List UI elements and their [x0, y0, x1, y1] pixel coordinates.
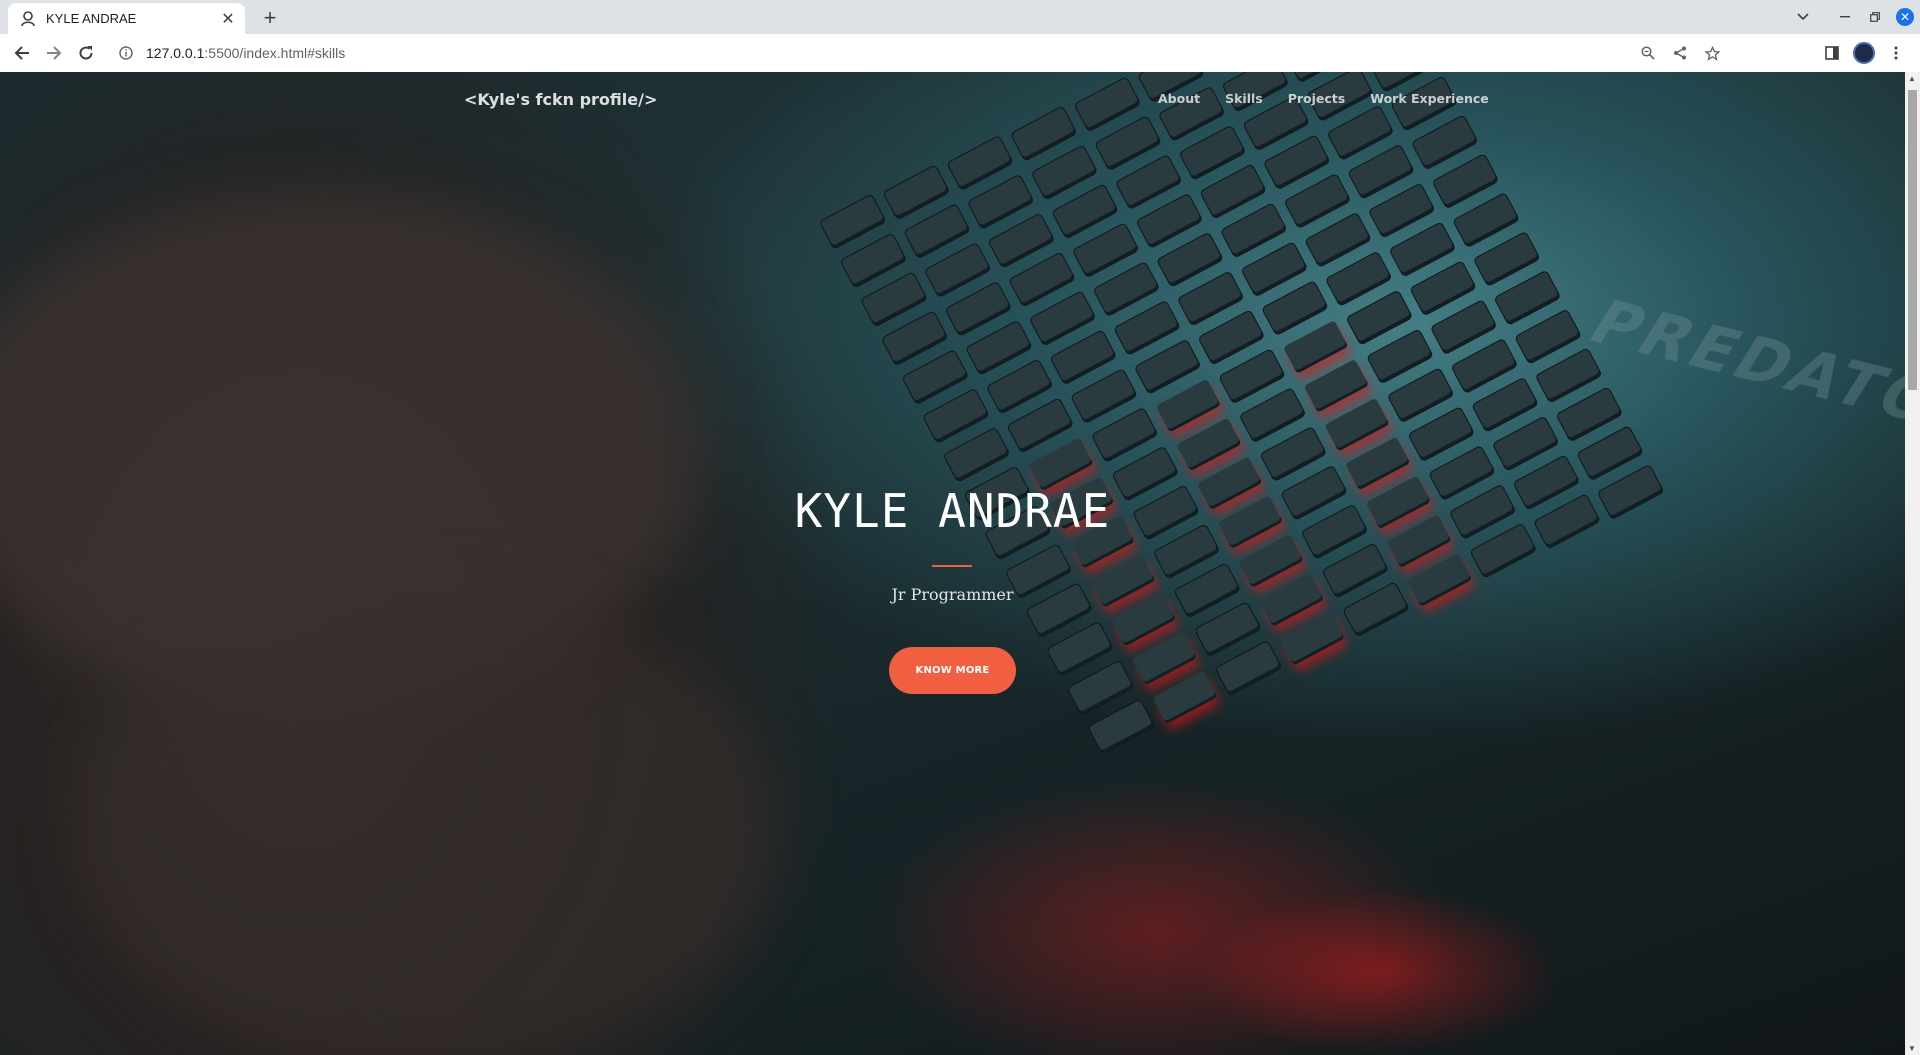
nav-link-about[interactable]: About [1158, 91, 1200, 106]
browser-tab-bar: KYLE ANDRAE ✕ + ✕ [0, 0, 1920, 34]
minimize-icon[interactable] [1830, 2, 1860, 32]
nav-link-work-experience[interactable]: Work Experience [1370, 91, 1489, 106]
side-panel-icon[interactable] [1816, 37, 1848, 69]
favicon-icon [20, 10, 36, 27]
scroll-thumb[interactable] [1908, 90, 1917, 390]
hero-subtitle: Jr Programmer [891, 585, 1014, 604]
browser-tab[interactable]: KYLE ANDRAE ✕ [8, 3, 245, 34]
address-bar[interactable]: 127.0.0.1:5500/index.html#skills [108, 37, 1728, 69]
share-icon[interactable] [1664, 37, 1696, 69]
forward-icon[interactable] [40, 39, 68, 67]
omnibox-actions [1632, 37, 1728, 69]
hero-divider [932, 565, 972, 567]
tab-close-icon[interactable]: ✕ [217, 8, 239, 30]
site-nav: About Skills Projects Work Experience [1158, 91, 1489, 106]
site-info-icon[interactable] [116, 43, 136, 63]
know-more-button[interactable]: KNOW MORE [889, 647, 1016, 694]
hero-section: PREDATOR <Kyle's fckn profile/> About Sk… [0, 72, 1905, 1055]
browser-toolbar: 127.0.0.1:5500/index.html#skills [0, 34, 1920, 73]
tab-title: KYLE ANDRAE [46, 11, 137, 26]
profile-avatar[interactable] [1848, 37, 1880, 69]
toolbar-actions [1816, 37, 1912, 69]
nav-link-skills[interactable]: Skills [1225, 91, 1263, 106]
reload-icon[interactable] [72, 39, 100, 67]
restore-icon[interactable] [1860, 2, 1890, 32]
zoom-icon[interactable] [1632, 37, 1664, 69]
nav-link-projects[interactable]: Projects [1288, 91, 1346, 106]
bookmark-star-icon[interactable] [1696, 37, 1728, 69]
url-path: :5500/index.html#skills [204, 45, 346, 61]
site-brand-link[interactable]: <Kyle's fckn profile/> [464, 90, 657, 109]
new-tab-button[interactable]: + [258, 5, 282, 30]
menu-kebab-icon[interactable] [1880, 37, 1912, 69]
tab-search-icon[interactable] [1788, 2, 1818, 32]
url-text[interactable]: 127.0.0.1:5500/index.html#skills [146, 45, 345, 61]
page-scrollbar[interactable]: ▲ ▼ [1905, 72, 1920, 1055]
scroll-down-icon[interactable]: ▼ [1908, 1044, 1916, 1053]
scroll-up-icon[interactable]: ▲ [1908, 74, 1916, 83]
window-close-icon[interactable]: ✕ [1890, 2, 1920, 32]
url-host: 127.0.0.1 [146, 45, 205, 61]
hero-title: KYLE ANDRAE [794, 484, 1111, 538]
back-icon[interactable] [8, 39, 36, 67]
hero-overlay [0, 72, 1905, 1055]
window-controls: ✕ [1788, 0, 1920, 34]
